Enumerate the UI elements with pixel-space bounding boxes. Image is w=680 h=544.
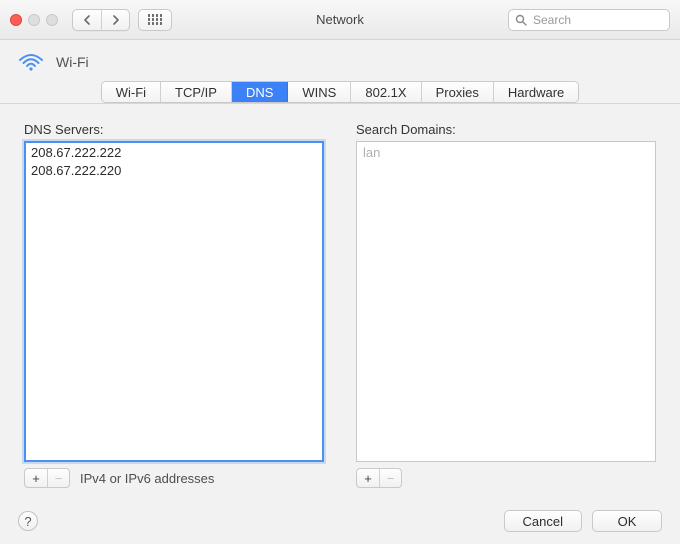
- dialog-footer: ? Cancel OK: [0, 498, 680, 544]
- tab-proxies[interactable]: Proxies: [422, 82, 494, 102]
- tab-tcpip[interactable]: TCP/IP: [161, 82, 232, 102]
- search-field[interactable]: [508, 9, 670, 31]
- dns-servers-label: DNS Servers:: [24, 122, 324, 137]
- dns-servers-column: DNS Servers: 208.67.222.222208.67.222.22…: [24, 122, 324, 488]
- close-button[interactable]: [10, 14, 22, 26]
- cancel-button[interactable]: Cancel: [504, 510, 582, 532]
- dns-servers-footer: + − IPv4 or IPv6 addresses: [24, 468, 324, 488]
- domains-add-remove: + −: [356, 468, 402, 488]
- titlebar: Network: [0, 0, 680, 40]
- ok-button[interactable]: OK: [592, 510, 662, 532]
- minimize-button[interactable]: [28, 14, 40, 26]
- dns-add-button[interactable]: +: [25, 469, 47, 487]
- dns-add-remove: + −: [24, 468, 70, 488]
- search-domains-label: Search Domains:: [356, 122, 656, 137]
- connection-name: Wi-Fi: [56, 54, 89, 70]
- domains-remove-button[interactable]: −: [379, 469, 401, 487]
- dns-servers-list[interactable]: 208.67.222.222208.67.222.220: [24, 141, 324, 462]
- search-domains-column: Search Domains: lan + −: [356, 122, 656, 488]
- dns-remove-button[interactable]: −: [47, 469, 69, 487]
- grid-icon: [148, 14, 163, 25]
- wifi-icon: [18, 52, 44, 72]
- tab-dns[interactable]: DNS: [232, 82, 288, 102]
- help-button[interactable]: ?: [18, 511, 38, 531]
- show-all-button[interactable]: [138, 9, 172, 31]
- tab-hardware[interactable]: Hardware: [494, 82, 578, 102]
- search-input[interactable]: [531, 12, 663, 28]
- settings-tabs: Wi-FiTCP/IPDNSWINS802.1XProxiesHardware: [0, 79, 680, 104]
- chevron-right-icon: [112, 15, 120, 25]
- back-button[interactable]: [73, 10, 101, 30]
- search-domains-footer: + −: [356, 468, 656, 488]
- search-domain-placeholder: lan: [363, 144, 649, 162]
- zoom-button[interactable]: [46, 14, 58, 26]
- search-domains-list[interactable]: lan: [356, 141, 656, 462]
- dns-server-item[interactable]: 208.67.222.220: [31, 162, 317, 180]
- window-controls: [10, 14, 58, 26]
- dns-server-item[interactable]: 208.67.222.222: [31, 144, 317, 162]
- dns-panel: DNS Servers: 208.67.222.222208.67.222.22…: [0, 104, 680, 498]
- chevron-left-icon: [83, 15, 91, 25]
- tab-wins[interactable]: WINS: [288, 82, 351, 102]
- tab-wifi[interactable]: Wi-Fi: [102, 82, 161, 102]
- search-icon: [515, 14, 527, 26]
- tab-8021x[interactable]: 802.1X: [351, 82, 421, 102]
- nav-back-forward: [72, 9, 130, 31]
- dns-hint: IPv4 or IPv6 addresses: [80, 471, 214, 486]
- domains-add-button[interactable]: +: [357, 469, 379, 487]
- forward-button[interactable]: [101, 10, 129, 30]
- system-prefs-window: Network Wi-Fi Wi-FiTCP/IPDNSWINS802.1XPr…: [0, 0, 680, 544]
- connection-header: Wi-Fi: [0, 40, 680, 79]
